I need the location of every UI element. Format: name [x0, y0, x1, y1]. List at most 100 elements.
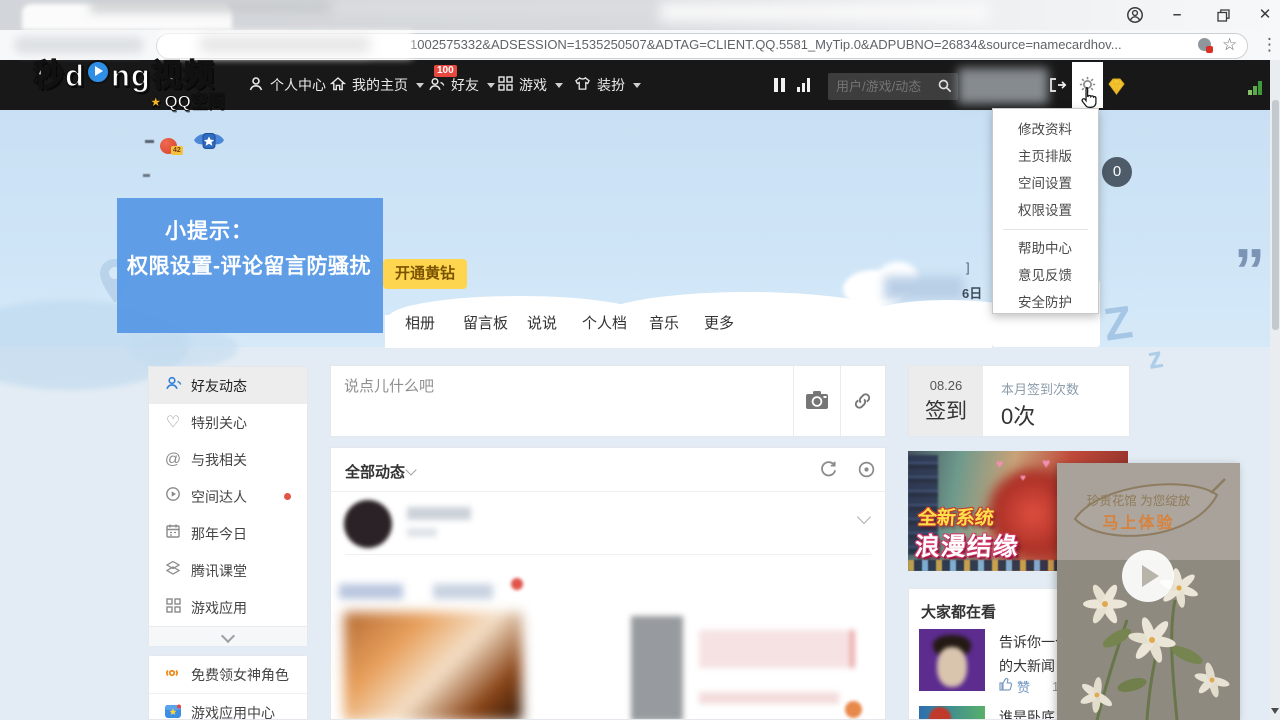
watch-item-title[interactable]: 谁是卧底..: [999, 707, 1063, 720]
scrollbar-thumb[interactable]: [1272, 100, 1279, 330]
sidebar-item-tencent-classroom[interactable]: 腾讯课堂: [149, 552, 307, 589]
sidebar-item-game-app-center[interactable]: 游戏应用中心: [149, 694, 307, 720]
notification-count-badge[interactable]: 0: [1102, 157, 1132, 187]
menu-divider: [1003, 229, 1088, 230]
camera-icon[interactable]: [805, 390, 829, 416]
nav-personal-center[interactable]: 个人中心: [248, 74, 326, 96]
sidebar-collapse-chevron[interactable]: [149, 626, 307, 646]
window-restore-button[interactable]: [1212, 8, 1234, 28]
window-close-button[interactable]: ✕: [1254, 5, 1276, 25]
tab-personal-file[interactable]: 个人档: [582, 312, 627, 333]
sidebar-label: 特别关心: [191, 413, 247, 433]
sidebar-item-that-year-today[interactable]: 那年今日: [149, 515, 307, 552]
nav-label: 个人中心: [270, 75, 326, 95]
menu-item-edit-profile[interactable]: 修改资料: [993, 116, 1098, 143]
nav-games[interactable]: 游戏: [498, 74, 563, 96]
stats-chart-icon[interactable]: [797, 76, 812, 92]
person-icon: [248, 76, 264, 95]
post-composer[interactable]: 说点儿什么吧: [330, 365, 886, 437]
scrollbar-down-arrow[interactable]: [1271, 708, 1279, 714]
play-icon: [1142, 565, 1159, 587]
sidebar-label: 空间达人: [191, 487, 247, 507]
tab-shuoshuo[interactable]: 说说: [527, 312, 557, 333]
floating-video-ad[interactable]: 珍贵花馆 为您绽放 马上体验: [1057, 463, 1240, 720]
chevron-down-icon: [555, 83, 563, 88]
post-username-blurred: [407, 507, 471, 520]
watch-item-title[interactable]: 的大新闻: [999, 656, 1055, 676]
post-icon-blurred: [845, 701, 862, 718]
watch-item-thumbnail[interactable]: [919, 629, 985, 691]
like-label: 赞: [1017, 677, 1030, 696]
yellow-diamond-icon[interactable]: [1106, 78, 1127, 100]
feed-header: 全部动态: [331, 448, 886, 492]
post-image-blurred: [344, 612, 522, 720]
tab-albums[interactable]: 相册: [405, 312, 435, 333]
shirt-icon: [574, 76, 591, 94]
logout-icon[interactable]: [1048, 77, 1067, 98]
chevron-down-icon[interactable]: [405, 464, 416, 475]
nav-my-homepage[interactable]: 我的主页: [330, 74, 424, 96]
pause-icon[interactable]: [774, 78, 786, 92]
open-yellow-diamond-button[interactable]: 开通黄钻: [383, 259, 467, 289]
menu-item-permission-settings[interactable]: 权限设置: [993, 197, 1098, 224]
search-icon[interactable]: [937, 78, 953, 99]
chevron-down-icon: [221, 629, 235, 643]
settings-dropdown-menu: 修改资料 主页排版 空间设置 权限设置 帮助中心 意见反馈 安全防护: [992, 108, 1099, 314]
address-bar-url[interactable]: 1002575332&ADSESSION=1535250507&ADTAG=CL…: [410, 37, 1152, 55]
tab-music[interactable]: 音乐: [649, 312, 679, 333]
username-blurred: [958, 68, 1048, 104]
thumbnail-blurred: [929, 707, 951, 720]
apple-medal-badge: 42: [171, 146, 183, 155]
menu-item-help-center[interactable]: 帮助中心: [993, 235, 1098, 262]
sidebar-promo-menu: 免费领女神角色 游戏应用中心: [148, 655, 308, 720]
cloud-decoration: [128, 328, 238, 368]
nav-friends[interactable]: 好友: [428, 74, 495, 96]
menu-item-security[interactable]: 安全防护: [993, 289, 1098, 316]
sidebar-item-related-to-me[interactable]: @ 与我相关: [149, 441, 307, 478]
sidebar-label: 那年今日: [191, 524, 247, 544]
nav-decorate[interactable]: 装扮: [574, 74, 641, 96]
feed-settings-icon[interactable]: [857, 460, 876, 484]
sidebar-item-game-apps[interactable]: 游戏应用: [149, 589, 307, 626]
chrome-blur-decoration: [330, 0, 660, 16]
overlay-ad-cta[interactable]: 马上体验: [1057, 509, 1220, 533]
sidebar-item-free-goddess-role[interactable]: 免费领女神角色: [149, 656, 307, 694]
like-row[interactable]: 赞 1: [999, 677, 1059, 696]
tip-text: 权限设置-评论留言防骚扰: [127, 250, 371, 280]
sidebar-item-space-stars[interactable]: 空间达人: [149, 478, 307, 515]
grid-icon: [164, 598, 182, 618]
sidebar-item-special-care[interactable]: ♡ 特别关心: [149, 404, 307, 441]
chevron-down-icon[interactable]: [857, 510, 871, 524]
post-avatar-blurred[interactable]: [344, 500, 392, 548]
refresh-icon[interactable]: [819, 460, 838, 484]
window-minimize-button[interactable]: –: [1166, 5, 1188, 25]
sidebar-item-friend-feeds[interactable]: 好友动态: [149, 367, 307, 404]
play-button[interactable]: [1122, 550, 1174, 602]
search-input[interactable]: [828, 73, 936, 100]
menu-item-feedback[interactable]: 意见反馈: [993, 262, 1098, 289]
layers-icon: [164, 560, 182, 581]
menu-item-homepage-layout[interactable]: 主页排版: [993, 143, 1098, 170]
browser-menu-icon[interactable]: ⋮: [1261, 35, 1278, 55]
ad-headline-1: 全新系统: [917, 503, 995, 530]
qzone-page: – ✕ 1002575332&ADSESSION=1535250507&ADTA…: [0, 0, 1280, 720]
bookmark-star-icon[interactable]: ☆: [1222, 35, 1237, 55]
page-scrollbar[interactable]: [1270, 60, 1280, 720]
sidebar-label: 腾讯课堂: [191, 561, 247, 581]
extension-badge: [1206, 46, 1213, 53]
tab-more[interactable]: 更多: [704, 312, 734, 333]
signin-button[interactable]: 08.26 签到: [909, 366, 983, 436]
tab-message-board[interactable]: 留言板: [463, 312, 508, 333]
watch-section-title: 大家都在看: [921, 601, 996, 622]
red-dot-badge: [284, 493, 291, 500]
nav-label: 装扮: [597, 75, 625, 95]
watch-item-thumbnail[interactable]: [919, 706, 985, 720]
divider: [793, 366, 794, 436]
qzone-search-box[interactable]: [828, 73, 958, 100]
link-icon[interactable]: [852, 391, 873, 416]
url-blur-overlay: [200, 36, 370, 53]
ad-headline-2: 浪漫结缘: [914, 527, 1021, 563]
browser-profile-icon[interactable]: [1124, 6, 1146, 26]
menu-item-space-settings[interactable]: 空间设置: [993, 170, 1098, 197]
feed-filter-dropdown[interactable]: 全部动态: [345, 461, 405, 482]
